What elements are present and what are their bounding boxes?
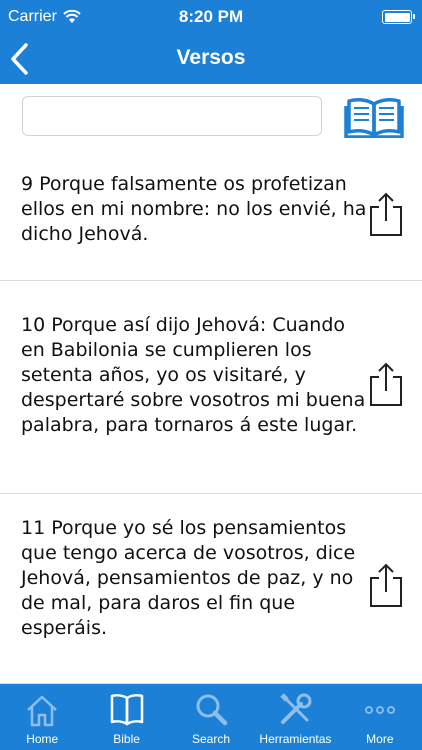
share-button[interactable] [366, 191, 406, 237]
verse-item: 10 Porque así dijo Jehová: Cuando en Bab… [0, 281, 422, 494]
verse-list: 9 Porque falsamente os profetizan ellos … [0, 150, 422, 684]
status-time: 8:20 PM [178, 7, 244, 26]
tab-more[interactable]: More [338, 684, 422, 750]
book-icon [110, 694, 143, 726]
open-book-icon [344, 98, 404, 139]
share-icon [370, 563, 402, 607]
search-icon [196, 694, 228, 726]
tab-label: Home [26, 732, 59, 746]
search-input[interactable] [22, 96, 322, 136]
verse-text: 11 Porque yo sé los pensamientos que ten… [21, 517, 356, 639]
status-bar: Carrier 8:20 PM [0, 0, 422, 34]
tab-label: More [366, 732, 394, 746]
tab-bar: Home Bible Search Herramientas More [0, 684, 422, 750]
navigation-bar: Versos [0, 34, 422, 84]
verse-text: 9 Porque falsamente os profetizan ellos … [21, 173, 367, 245]
share-icon [370, 362, 402, 406]
verse-item: 9 Porque falsamente os profetizan ellos … [0, 150, 422, 281]
tab-bible[interactable]: Bible [84, 684, 168, 750]
verse-text: 10 Porque así dijo Jehová: Cuando en Bab… [21, 314, 366, 436]
bible-book-button[interactable] [344, 96, 404, 139]
share-icon [370, 192, 402, 236]
tab-home[interactable]: Home [0, 684, 84, 750]
tab-label: Herramientas [259, 732, 332, 746]
battery-icon [382, 10, 415, 24]
tab-label: Bible [113, 732, 140, 746]
more-icon [364, 706, 395, 714]
page-title: Versos [176, 46, 246, 69]
tools-icon [280, 693, 312, 724]
share-button[interactable] [366, 562, 406, 608]
tab-search[interactable]: Search [169, 684, 253, 750]
tab-herramientas[interactable]: Herramientas [253, 684, 337, 750]
verse-item: 11 Porque yo sé los pensamientos que ten… [0, 494, 422, 684]
search-row [0, 84, 422, 148]
tab-label: Search [192, 732, 231, 746]
share-button[interactable] [366, 361, 406, 407]
home-icon [27, 695, 58, 727]
